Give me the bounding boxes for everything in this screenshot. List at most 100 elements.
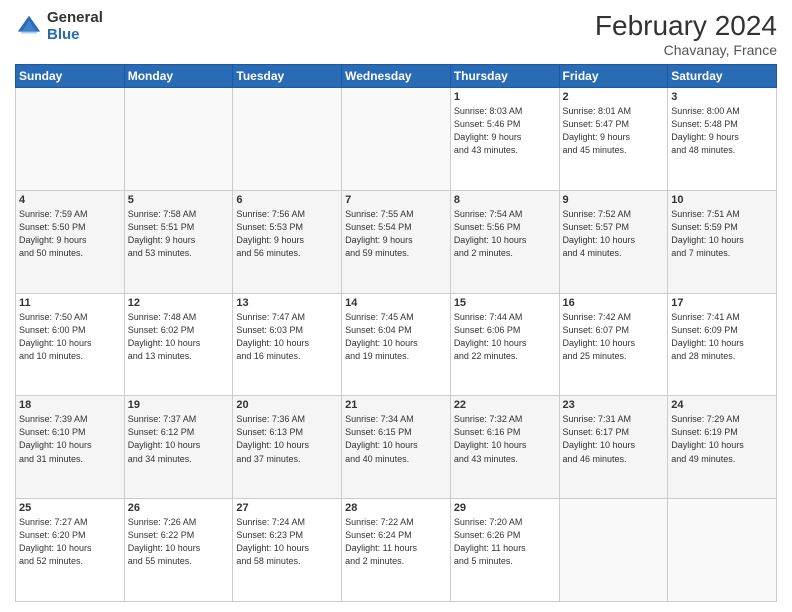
calendar-cell: 9Sunrise: 7:52 AM Sunset: 5:57 PM Daylig… [559, 190, 668, 293]
day-number: 8 [454, 194, 556, 206]
calendar-header-monday: Monday [124, 65, 233, 88]
calendar-week-2: 11 Sunrise: 7:50 AM Sunset: 6:00 PM Dayli… [16, 293, 777, 396]
day-info: Sunrise: 7:27 AM Sunset: 6:20 PM Dayligh… [19, 516, 121, 568]
day-info: Sunrise: 7:36 AM Sunset: 6:13 PM Dayligh… [236, 413, 338, 465]
day-number: 29 [454, 502, 556, 514]
day-number: 1 [454, 91, 556, 103]
day-info: Sunrise: 7:41 AM Sunset: 6:09 PM Dayligh… [671, 311, 773, 363]
day-info: Sunrise: 7:54 AM Sunset: 5:56 PM Dayligh… [454, 208, 556, 260]
calendar-cell: 17 Sunrise: 7:41 AM Sunset: 6:09 PM Dayli… [668, 293, 777, 396]
day-info: Sunrise: 7:24 AM Sunset: 6:23 PM Dayligh… [236, 516, 338, 568]
day-info: Sunrise: 7:39 AM Sunset: 6:10 PM Dayligh… [19, 413, 121, 465]
calendar-table: SundayMondayTuesdayWednesdayThursdayFrid… [15, 64, 777, 602]
calendar-cell: 23 Sunrise: 7:31 AM Sunset: 6:17 PM Dayli… [559, 396, 668, 499]
day-number: 11 [19, 297, 121, 309]
calendar-cell: 10Sunrise: 7:51 AM Sunset: 5:59 PM Dayli… [668, 190, 777, 293]
calendar-cell [668, 499, 777, 602]
day-info: Sunrise: 8:01 AM Sunset: 5:47 PM Dayligh… [563, 105, 665, 157]
day-info: Sunrise: 7:37 AM Sunset: 6:12 PM Dayligh… [128, 413, 230, 465]
calendar-cell: 4 Sunrise: 7:59 AM Sunset: 5:50 PM Daylig… [16, 190, 125, 293]
calendar-cell: 12Sunrise: 7:48 AM Sunset: 6:02 PM Dayli… [124, 293, 233, 396]
day-info: Sunrise: 7:29 AM Sunset: 6:19 PM Dayligh… [671, 413, 773, 465]
calendar-cell: 28 Sunrise: 7:22 AM Sunset: 6:24 PM Dayli… [342, 499, 451, 602]
logo-blue: Blue [47, 27, 103, 44]
calendar-header-tuesday: Tuesday [233, 65, 342, 88]
day-info: Sunrise: 7:32 AM Sunset: 6:16 PM Dayligh… [454, 413, 556, 465]
day-info: Sunrise: 7:45 AM Sunset: 6:04 PM Dayligh… [345, 311, 447, 363]
day-info: Sunrise: 7:56 AM Sunset: 5:53 PM Dayligh… [236, 208, 338, 260]
calendar-cell [16, 88, 125, 191]
calendar-header-sunday: Sunday [16, 65, 125, 88]
day-info: Sunrise: 7:20 AM Sunset: 6:26 PM Dayligh… [454, 516, 556, 568]
calendar-cell [124, 88, 233, 191]
logo-icon [15, 13, 43, 41]
calendar-cell: 26 Sunrise: 7:26 AM Sunset: 6:22 PM Dayli… [124, 499, 233, 602]
calendar-week-0: 1 Sunrise: 8:03 AM Sunset: 5:46 PM Daylig… [16, 88, 777, 191]
day-info: Sunrise: 7:55 AM Sunset: 5:54 PM Dayligh… [345, 208, 447, 260]
calendar-cell [233, 88, 342, 191]
header: General Blue February 2024 Chavanay, Fra… [15, 10, 777, 58]
day-number: 18 [19, 399, 121, 411]
day-number: 28 [345, 502, 447, 514]
day-info: Sunrise: 7:51 AM Sunset: 5:59 PM Dayligh… [671, 208, 773, 260]
calendar-cell: 15 Sunrise: 7:44 AM Sunset: 6:06 PM Dayli… [450, 293, 559, 396]
calendar-cell: 14Sunrise: 7:45 AM Sunset: 6:04 PM Dayli… [342, 293, 451, 396]
day-info: Sunrise: 7:42 AM Sunset: 6:07 PM Dayligh… [563, 311, 665, 363]
title-block: February 2024 Chavanay, France [595, 10, 777, 58]
day-info: Sunrise: 7:44 AM Sunset: 6:06 PM Dayligh… [454, 311, 556, 363]
day-info: Sunrise: 7:58 AM Sunset: 5:51 PM Dayligh… [128, 208, 230, 260]
day-number: 15 [454, 297, 556, 309]
day-number: 9 [563, 194, 665, 206]
calendar-week-3: 18 Sunrise: 7:39 AM Sunset: 6:10 PM Dayli… [16, 396, 777, 499]
day-number: 13 [236, 297, 338, 309]
day-info: Sunrise: 7:22 AM Sunset: 6:24 PM Dayligh… [345, 516, 447, 568]
calendar-header-thursday: Thursday [450, 65, 559, 88]
day-number: 20 [236, 399, 338, 411]
calendar-cell: 11 Sunrise: 7:50 AM Sunset: 6:00 PM Dayli… [16, 293, 125, 396]
day-number: 25 [19, 502, 121, 514]
day-info: Sunrise: 7:26 AM Sunset: 6:22 PM Dayligh… [128, 516, 230, 568]
day-number: 12 [128, 297, 230, 309]
calendar-header-wednesday: Wednesday [342, 65, 451, 88]
logo-text: General Blue [47, 10, 103, 43]
calendar-week-1: 4 Sunrise: 7:59 AM Sunset: 5:50 PM Daylig… [16, 190, 777, 293]
day-number: 2 [563, 91, 665, 103]
day-number: 4 [19, 194, 121, 206]
calendar-cell [342, 88, 451, 191]
calendar-cell: 3 Sunrise: 8:00 AM Sunset: 5:48 PM Daylig… [668, 88, 777, 191]
month-title: February 2024 [595, 10, 777, 42]
day-number: 26 [128, 502, 230, 514]
day-info: Sunrise: 8:03 AM Sunset: 5:46 PM Dayligh… [454, 105, 556, 157]
calendar-cell: 6 Sunrise: 7:56 AM Sunset: 5:53 PM Daylig… [233, 190, 342, 293]
calendar-week-4: 25 Sunrise: 7:27 AM Sunset: 6:20 PM Dayli… [16, 499, 777, 602]
day-info: Sunrise: 7:34 AM Sunset: 6:15 PM Dayligh… [345, 413, 447, 465]
day-info: Sunrise: 8:00 AM Sunset: 5:48 PM Dayligh… [671, 105, 773, 157]
day-number: 7 [345, 194, 447, 206]
calendar-cell: 1 Sunrise: 8:03 AM Sunset: 5:46 PM Daylig… [450, 88, 559, 191]
day-number: 3 [671, 91, 773, 103]
calendar-cell: 22Sunrise: 7:32 AM Sunset: 6:16 PM Dayli… [450, 396, 559, 499]
calendar-cell: 2 Sunrise: 8:01 AM Sunset: 5:47 PM Daylig… [559, 88, 668, 191]
day-info: Sunrise: 7:31 AM Sunset: 6:17 PM Dayligh… [563, 413, 665, 465]
day-number: 6 [236, 194, 338, 206]
day-number: 27 [236, 502, 338, 514]
day-number: 17 [671, 297, 773, 309]
day-info: Sunrise: 7:47 AM Sunset: 6:03 PM Dayligh… [236, 311, 338, 363]
calendar-cell: 19 Sunrise: 7:37 AM Sunset: 6:12 PM Dayli… [124, 396, 233, 499]
page: General Blue February 2024 Chavanay, Fra… [0, 0, 792, 612]
day-info: Sunrise: 7:59 AM Sunset: 5:50 PM Dayligh… [19, 208, 121, 260]
location: Chavanay, France [595, 42, 777, 58]
calendar-cell [559, 499, 668, 602]
logo: General Blue [15, 10, 103, 43]
calendar-cell: 13 Sunrise: 7:47 AM Sunset: 6:03 PM Dayli… [233, 293, 342, 396]
calendar-header-saturday: Saturday [668, 65, 777, 88]
day-info: Sunrise: 7:50 AM Sunset: 6:00 PM Dayligh… [19, 311, 121, 363]
logo-general: General [47, 10, 103, 27]
calendar-cell: 20 Sunrise: 7:36 AM Sunset: 6:13 PM Dayli… [233, 396, 342, 499]
day-number: 5 [128, 194, 230, 206]
day-number: 19 [128, 399, 230, 411]
calendar-cell: 24Sunrise: 7:29 AM Sunset: 6:19 PM Dayli… [668, 396, 777, 499]
day-number: 23 [563, 399, 665, 411]
calendar-cell: 18 Sunrise: 7:39 AM Sunset: 6:10 PM Dayli… [16, 396, 125, 499]
day-number: 16 [563, 297, 665, 309]
